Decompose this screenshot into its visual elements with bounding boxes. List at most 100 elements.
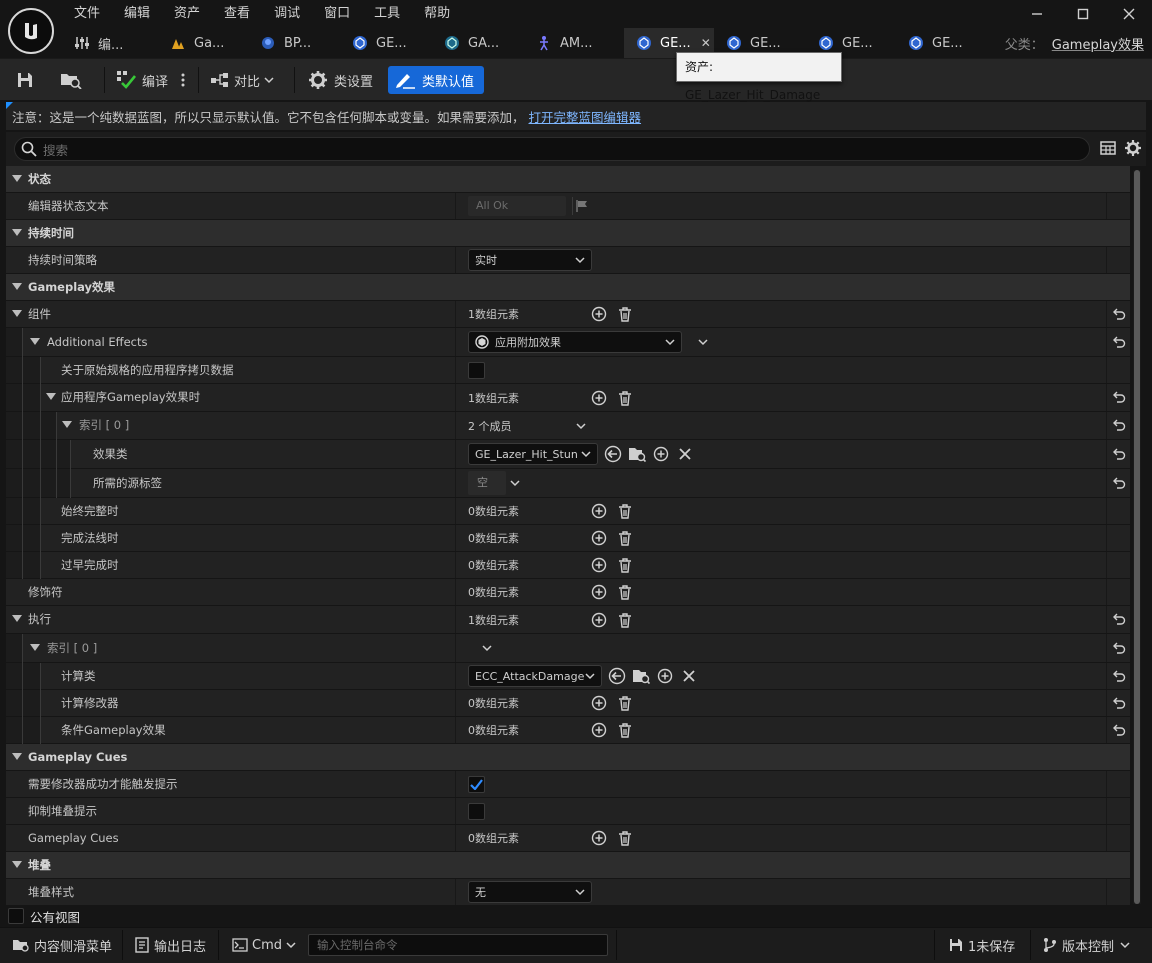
collapse-arrow-icon[interactable] xyxy=(12,310,22,317)
duration-policy-dropdown[interactable]: 实时 xyxy=(468,249,592,271)
expand-options-chevron-icon[interactable] xyxy=(698,338,708,346)
maximize-button[interactable] xyxy=(1060,0,1106,28)
close-tab-icon[interactable]: ✕ xyxy=(701,36,711,50)
element-options-chevron-icon[interactable] xyxy=(576,422,586,430)
details-scrollbar[interactable] xyxy=(1133,170,1141,904)
column-splitter[interactable] xyxy=(455,663,456,689)
add-element-button[interactable] xyxy=(590,611,608,629)
delete-all-button[interactable] xyxy=(616,583,634,601)
calculation-class-picker[interactable]: ECC_AttackDamage xyxy=(468,665,602,687)
delete-all-button[interactable] xyxy=(616,556,634,574)
column-splitter[interactable] xyxy=(455,552,456,578)
element-options-chevron-icon[interactable] xyxy=(482,644,492,652)
collapse-arrow-icon[interactable] xyxy=(46,393,56,400)
console-command-input[interactable]: 输入控制台命令 xyxy=(308,934,608,956)
add-element-button[interactable] xyxy=(590,389,608,407)
menu-tools[interactable]: 工具 xyxy=(362,0,412,28)
delete-all-button[interactable] xyxy=(616,694,634,712)
category-gameplay-cues[interactable]: Gameplay Cues xyxy=(6,744,1130,771)
collapse-arrow-icon[interactable] xyxy=(12,175,22,182)
browse-asset-button[interactable] xyxy=(628,445,646,463)
public-view-toggle[interactable]: 公有视图 xyxy=(6,906,80,926)
chevron-down-icon[interactable] xyxy=(510,479,520,487)
tab-ga-anim[interactable]: Ga... xyxy=(170,28,252,58)
save-button[interactable] xyxy=(16,66,34,94)
collapse-arrow-icon[interactable] xyxy=(12,615,22,622)
delete-all-button[interactable] xyxy=(616,502,634,520)
reset-to-default-icon[interactable] xyxy=(1112,669,1126,683)
tag-container-empty[interactable]: 空 xyxy=(468,471,506,495)
reset-to-default-icon[interactable] xyxy=(1112,476,1126,490)
reset-to-default-icon[interactable] xyxy=(1112,335,1126,349)
compile-button[interactable]: 编译 xyxy=(116,66,168,94)
category-duration[interactable]: 持续时间 xyxy=(6,220,1130,247)
collapse-arrow-icon[interactable] xyxy=(12,283,22,290)
use-selected-asset-button[interactable] xyxy=(608,667,626,685)
category-gameplay-effect[interactable]: Gameplay效果 xyxy=(6,274,1130,301)
add-element-button[interactable] xyxy=(590,583,608,601)
collapse-arrow-icon[interactable] xyxy=(12,229,22,236)
reset-to-default-icon[interactable] xyxy=(1112,418,1126,432)
search-input[interactable]: 搜索 xyxy=(14,137,1090,161)
output-log-button[interactable]: 输出日志 xyxy=(134,928,206,962)
reset-to-default-icon[interactable] xyxy=(1112,390,1126,404)
category-stacking[interactable]: 堆叠 xyxy=(6,852,1130,879)
stacking-type-dropdown[interactable]: 无 xyxy=(468,881,592,903)
browse-asset-button[interactable] xyxy=(60,66,82,94)
column-splitter[interactable] xyxy=(455,525,456,551)
delete-all-button[interactable] xyxy=(616,721,634,739)
reset-to-default-icon[interactable] xyxy=(1112,447,1126,461)
clear-asset-button[interactable] xyxy=(676,445,694,463)
collapse-arrow-icon[interactable] xyxy=(12,753,22,760)
minimize-button[interactable] xyxy=(1014,0,1060,28)
add-element-button[interactable] xyxy=(590,305,608,323)
menu-asset[interactable]: 资产 xyxy=(162,0,212,28)
column-splitter[interactable] xyxy=(455,825,456,851)
use-selected-asset-button[interactable] xyxy=(604,445,622,463)
column-splitter[interactable] xyxy=(455,357,456,383)
column-splitter[interactable] xyxy=(455,247,456,273)
compile-options-button[interactable] xyxy=(178,66,188,94)
table-view-icon[interactable] xyxy=(1100,140,1116,156)
column-splitter[interactable] xyxy=(455,690,456,716)
add-element-button[interactable] xyxy=(590,694,608,712)
collapse-arrow-icon[interactable] xyxy=(12,861,22,868)
class-defaults-button[interactable]: 类默认值 xyxy=(388,66,485,94)
menu-window[interactable]: 窗口 xyxy=(312,0,362,28)
column-splitter[interactable] xyxy=(455,798,456,824)
column-splitter[interactable] xyxy=(455,328,456,356)
create-new-asset-button[interactable] xyxy=(652,445,670,463)
open-full-editor-link[interactable]: 打开完整蓝图编辑器 xyxy=(529,107,642,126)
delete-all-button[interactable] xyxy=(616,829,634,847)
reset-to-default-icon[interactable] xyxy=(1112,612,1126,626)
column-splitter[interactable] xyxy=(455,440,456,468)
copy-data-checkbox[interactable] xyxy=(468,361,485,379)
create-new-asset-button[interactable] xyxy=(656,667,674,685)
add-element-button[interactable] xyxy=(590,829,608,847)
source-control-button[interactable]: 版本控制 xyxy=(1042,928,1130,962)
column-splitter[interactable] xyxy=(455,579,456,605)
scrollbar-thumb[interactable] xyxy=(1134,170,1140,904)
tab-editor[interactable]: 编... xyxy=(74,28,156,58)
reset-to-default-icon[interactable] xyxy=(1112,696,1126,710)
add-element-button[interactable] xyxy=(590,502,608,520)
require-modifier-success-checkbox[interactable] xyxy=(468,775,485,793)
menu-debug[interactable]: 调试 xyxy=(262,0,312,28)
gear-icon[interactable] xyxy=(1124,139,1142,157)
menu-edit[interactable]: 编辑 xyxy=(112,0,162,28)
menu-view[interactable]: 查看 xyxy=(212,0,262,28)
tab-ga[interactable]: GA... xyxy=(444,28,526,58)
browse-asset-button[interactable] xyxy=(632,667,650,685)
content-drawer-button[interactable]: 内容侧滑菜单 xyxy=(12,928,112,962)
column-splitter[interactable] xyxy=(455,771,456,797)
close-window-button[interactable] xyxy=(1106,0,1152,28)
delete-all-button[interactable] xyxy=(616,529,634,547)
menu-help[interactable]: 帮助 xyxy=(412,0,462,28)
unsaved-assets-button[interactable]: 1未保存 xyxy=(948,928,1015,962)
column-splitter[interactable] xyxy=(455,193,456,219)
diff-button[interactable]: 对比 xyxy=(210,66,274,94)
collapse-arrow-icon[interactable] xyxy=(30,644,40,651)
reset-to-default-icon[interactable] xyxy=(1112,641,1126,655)
tab-am[interactable]: AM... xyxy=(536,28,618,58)
effect-class-picker[interactable]: GE_Lazer_Hit_Stun xyxy=(468,443,598,465)
